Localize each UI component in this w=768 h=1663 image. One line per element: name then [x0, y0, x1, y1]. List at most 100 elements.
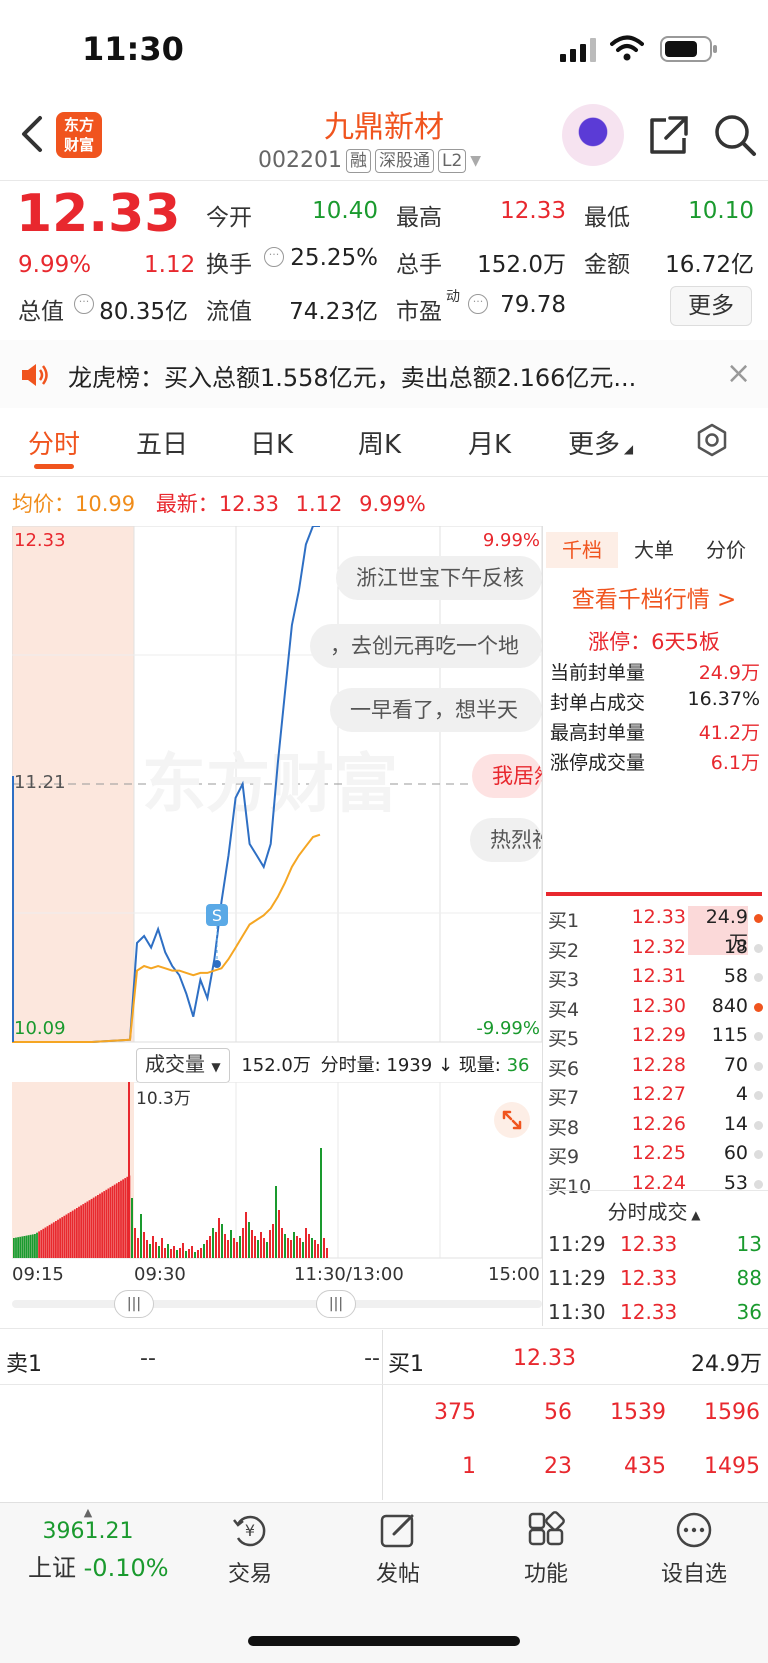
- tab-price-dist[interactable]: 分价: [690, 532, 762, 568]
- info-icon[interactable]: ···: [468, 294, 488, 314]
- bid-row[interactable]: 买6 12.28 70: [548, 1054, 764, 1083]
- limit-row: 封单占成交 16.37%: [550, 688, 760, 714]
- tab-more[interactable]: 更多 ◢: [568, 424, 633, 461]
- tab-big-orders[interactable]: 大单: [618, 532, 690, 568]
- intraday-chart[interactable]: 东方财富 12.33 11.21 10.09 9.99% -9.99% S: [12, 526, 542, 1046]
- bid-row[interactable]: 买8 12.26 14: [548, 1113, 764, 1142]
- bid-label: 买3: [548, 969, 580, 991]
- bid-row[interactable]: 买7 12.27 4: [548, 1083, 764, 1112]
- bid-label: 买7: [548, 1087, 580, 1109]
- assistant-robot-icon[interactable]: [562, 104, 624, 166]
- bid-row[interactable]: 买5 12.29 115: [548, 1024, 764, 1053]
- divider: [0, 476, 768, 477]
- info-icon[interactable]: ···: [264, 247, 284, 267]
- comment-bubble[interactable]: 一早看了，想半天: [330, 688, 542, 732]
- index-line: 上证 -0.10%: [28, 1554, 169, 1582]
- nav-functions[interactable]: 功能: [486, 1510, 606, 1588]
- volume-bar: [200, 1248, 202, 1258]
- nav-post[interactable]: 发帖: [338, 1510, 458, 1588]
- y-axis-bottom-label: 10.09: [14, 1018, 66, 1039]
- share-icon[interactable]: [646, 114, 690, 158]
- volume-bar: [44, 1227, 47, 1258]
- bid-label: 买2: [548, 939, 580, 962]
- bid-dot: [754, 1061, 763, 1071]
- bid-price: 12.32: [631, 935, 686, 958]
- volume-bar: [17, 1237, 19, 1258]
- volume-bar: [149, 1244, 151, 1258]
- volume-selector[interactable]: 成交量 ▼: [136, 1048, 230, 1083]
- tab-daily-k[interactable]: 日K: [250, 424, 293, 461]
- volume-bar: [19, 1236, 22, 1258]
- nav-add-watchlist[interactable]: 设自选: [634, 1510, 754, 1588]
- tab-weekly-k[interactable]: 周K: [358, 424, 401, 461]
- volume-bar: [272, 1224, 274, 1258]
- volume-bar: [239, 1236, 241, 1258]
- volume-bar: [224, 1234, 226, 1258]
- time-label: 15:00: [488, 1264, 540, 1285]
- bid-row[interactable]: 买9 12.25 60: [548, 1142, 764, 1171]
- volume-chart[interactable]: 10.3万: [12, 1082, 542, 1260]
- bid-row[interactable]: 买4 12.30 840: [548, 995, 764, 1024]
- tab-monthly-k[interactable]: 月K: [468, 424, 511, 461]
- volume-bar: [55, 1221, 57, 1258]
- tick-price: 12.33: [620, 1300, 678, 1324]
- limit-row: 涨停成交量 6.1万: [550, 752, 760, 774]
- stock-code-row[interactable]: 002201 融 深股通 L2 ▼: [258, 148, 481, 173]
- tab-depth[interactable]: 千档: [546, 532, 618, 568]
- tick-time: 11:29: [548, 1232, 606, 1256]
- volume-bar: [194, 1252, 196, 1258]
- volume-bar: [266, 1242, 268, 1258]
- volume-bar: [134, 1228, 136, 1258]
- tab-underline: [34, 464, 74, 469]
- volume-bar: [73, 1209, 76, 1258]
- bid-row[interactable]: 买3 12.31 58: [548, 965, 764, 994]
- time-label: 09:30: [134, 1264, 186, 1285]
- more-button[interactable]: 更多: [670, 286, 752, 326]
- volume-bar: [103, 1191, 106, 1258]
- comment-bubble[interactable]: 热烈祝: [470, 818, 542, 862]
- bid-label: 买10: [548, 1175, 592, 1198]
- comment-bubble[interactable]: 我居然: [472, 754, 542, 798]
- volume-bar: [67, 1213, 70, 1258]
- expand-icon[interactable]: [494, 1102, 530, 1138]
- bid-label: 买9: [548, 1146, 580, 1168]
- tab-5day[interactable]: 五日: [136, 424, 188, 461]
- nav-trade[interactable]: ¥ 交易: [190, 1510, 310, 1588]
- sell1-price: --: [140, 1346, 156, 1371]
- range-scrollbar[interactable]: [12, 1300, 542, 1308]
- bid-label: 买8: [548, 1116, 580, 1139]
- turnover-value: 25.25%: [290, 245, 378, 271]
- volume-bar: [90, 1198, 93, 1258]
- view-depth-link[interactable]: 查看千档行情 >: [546, 580, 762, 614]
- current-price: 12.33: [16, 184, 181, 244]
- volume-bar: [161, 1238, 163, 1258]
- pct-top-label: 9.99%: [483, 530, 540, 551]
- bid-volume: 14: [723, 1112, 748, 1135]
- bid-row[interactable]: 买1 12.33 24.9万: [548, 906, 764, 955]
- news-text[interactable]: 龙虎榜：买入总额1.558亿元，卖出总额2.166亿元...: [68, 358, 636, 393]
- volume-bar: [284, 1234, 286, 1258]
- bid-row[interactable]: 买2 12.32 18: [548, 936, 764, 965]
- comment-bubble[interactable]: ，去创元再吃一个地: [310, 624, 542, 668]
- volume-bar: [185, 1251, 187, 1258]
- close-icon[interactable]: ×: [726, 356, 751, 391]
- ticks-title[interactable]: 分时成交 ▲: [546, 1196, 762, 1225]
- range-handle-right[interactable]: |||: [316, 1290, 356, 1318]
- volume-bar: [107, 1188, 110, 1258]
- bid-dot: [754, 1091, 763, 1100]
- ob-cell: 435: [624, 1454, 666, 1479]
- tag-l2: L2: [437, 148, 467, 173]
- tab-intraday[interactable]: 分时: [28, 424, 80, 461]
- range-handle-left[interactable]: |||: [114, 1290, 154, 1318]
- volume-bar: [254, 1236, 256, 1258]
- comment-bubble[interactable]: 浙江世宝下午反核: [336, 556, 542, 600]
- search-icon[interactable]: [712, 112, 758, 158]
- bid-price: 12.30: [631, 994, 686, 1017]
- index-widget[interactable]: ▲ 3961.21 上证 -0.10%: [28, 1506, 169, 1583]
- gear-icon[interactable]: [694, 422, 730, 458]
- volume-bar: [311, 1238, 313, 1258]
- volume-bar: [152, 1236, 154, 1258]
- pe-label: 市盈: [396, 299, 442, 325]
- info-icon[interactable]: ···: [74, 294, 94, 314]
- volume-bar: [257, 1240, 259, 1258]
